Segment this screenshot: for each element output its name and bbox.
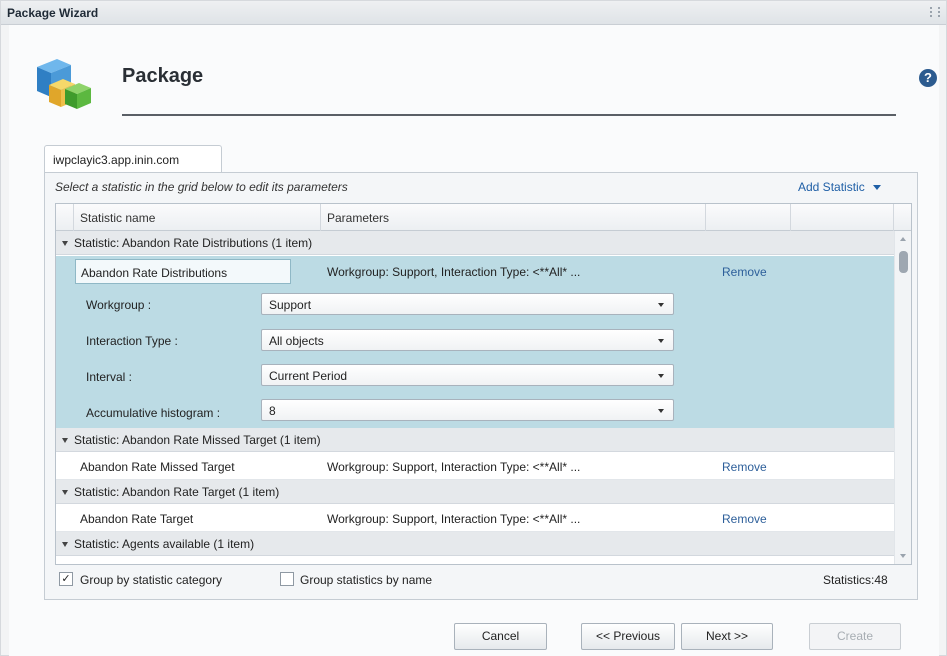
statistic-name-cell: Abandon Rate Missed Target [80, 460, 235, 474]
interval-label: Interval : [86, 370, 133, 384]
group-by-name-checkbox[interactable] [280, 572, 294, 586]
workgroup-select[interactable]: Support [261, 293, 674, 315]
statistics-count: Statistics:48 [823, 573, 888, 587]
previous-button[interactable]: << Previous [581, 623, 675, 650]
parameters-cell[interactable]: Workgroup: Support, Interaction Type: <*… [321, 257, 586, 285]
workgroup-value: Support [269, 298, 312, 312]
group-label: Statistic: Agents available (1 item) [74, 537, 255, 551]
collapse-triangle-icon[interactable] [62, 438, 68, 444]
dropdown-arrow-icon [658, 409, 664, 413]
remove-link[interactable]: Remove [716, 452, 773, 480]
statistic-name-cell: Abandon Rate Target [80, 512, 194, 526]
title-bar: Package Wizard [1, 1, 946, 25]
group-row[interactable]: Statistic: Abandon Rate Distributions (1… [56, 231, 894, 255]
accumulative-histogram-label: Accumulative histogram : [86, 406, 221, 420]
table-row[interactable]: Abandon Rate Target Workgroup: Support, … [56, 504, 894, 532]
dropdown-arrow-icon [658, 339, 664, 343]
statistic-name-cell[interactable]: Abandon Rate Distributions [75, 259, 291, 284]
selected-row-editor: Abandon Rate Distributions Workgroup: Su… [56, 256, 894, 452]
next-button[interactable]: Next >> [681, 623, 773, 650]
workgroup-label: Workgroup : [86, 298, 152, 312]
group-label: Statistic: Abandon Rate Distributions (1… [74, 236, 313, 250]
statistics-grid: Statistic name Parameters Statistic: Aba… [55, 203, 912, 565]
instructions-text: Select a statistic in the grid below to … [55, 180, 348, 194]
header-divider [122, 114, 896, 116]
scroll-thumb[interactable] [899, 251, 908, 273]
parameters-cell: Workgroup: Support, Interaction Type: <*… [327, 460, 581, 474]
group-by-name-label: Group statistics by name [300, 573, 433, 587]
remove-link[interactable]: Remove [716, 504, 773, 532]
collapse-triangle-icon[interactable] [62, 241, 68, 247]
scroll-up-icon[interactable] [900, 237, 906, 241]
column-header-action [706, 204, 791, 231]
interval-select[interactable]: Current Period [261, 364, 674, 386]
group-row[interactable]: Statistic: Agents available (1 item) [56, 532, 894, 556]
create-button[interactable]: Create [809, 623, 901, 650]
column-header-statistic-name[interactable]: Statistic name [74, 204, 321, 231]
package-wizard-window: Package Wizard Package ? iwpclayic3.app.… [0, 0, 947, 656]
interaction-type-select[interactable]: All objects [261, 329, 674, 351]
group-label: Statistic: Abandon Rate Target (1 item) [74, 485, 280, 499]
collapse-triangle-icon[interactable] [62, 490, 68, 496]
table-row[interactable]: Abandon Rate Missed Target Workgroup: Su… [56, 452, 894, 480]
collapse-triangle-icon[interactable] [62, 542, 68, 548]
window-title: Package Wizard [7, 6, 99, 20]
group-by-category-checkbox[interactable]: ✓ [59, 572, 73, 586]
interaction-type-label: Interaction Type : [86, 334, 178, 348]
add-statistic-label: Add Statistic [798, 180, 865, 194]
scroll-down-icon[interactable] [900, 554, 906, 558]
grid-header: Statistic name Parameters [56, 204, 911, 231]
page-title: Package [122, 65, 204, 87]
dropdown-arrow-icon [658, 374, 664, 378]
tab-server[interactable]: iwpclayic3.app.inin.com [44, 145, 222, 173]
grid-header-indent [56, 204, 74, 231]
add-statistic-link[interactable]: Add Statistic [798, 180, 881, 194]
dropdown-arrow-icon [658, 303, 664, 307]
group-by-category-label: Group by statistic category [80, 573, 223, 587]
accumulative-histogram-value: 8 [269, 404, 276, 418]
parameters-cell: Workgroup: Support, Interaction Type: <*… [327, 512, 581, 526]
remove-link[interactable]: Remove [716, 257, 773, 285]
group-row[interactable]: Statistic: Abandon Rate Target (1 item) [56, 480, 894, 504]
interval-value: Current Period [269, 369, 348, 383]
resize-grip-icon[interactable] [930, 7, 940, 17]
group-row[interactable]: Statistic: Abandon Rate Missed Target (1… [56, 428, 894, 452]
chevron-down-icon [872, 185, 881, 191]
package-cubes-icon [37, 59, 91, 109]
vertical-scrollbar[interactable] [894, 231, 911, 564]
column-header-parameters[interactable]: Parameters [321, 204, 706, 231]
help-icon[interactable]: ? [919, 69, 937, 87]
column-header-extra [791, 204, 894, 231]
interaction-type-value: All objects [269, 334, 324, 348]
group-label: Statistic: Abandon Rate Missed Target (1… [74, 433, 321, 447]
accumulative-histogram-select[interactable]: 8 [261, 399, 674, 421]
cancel-button[interactable]: Cancel [454, 623, 547, 650]
